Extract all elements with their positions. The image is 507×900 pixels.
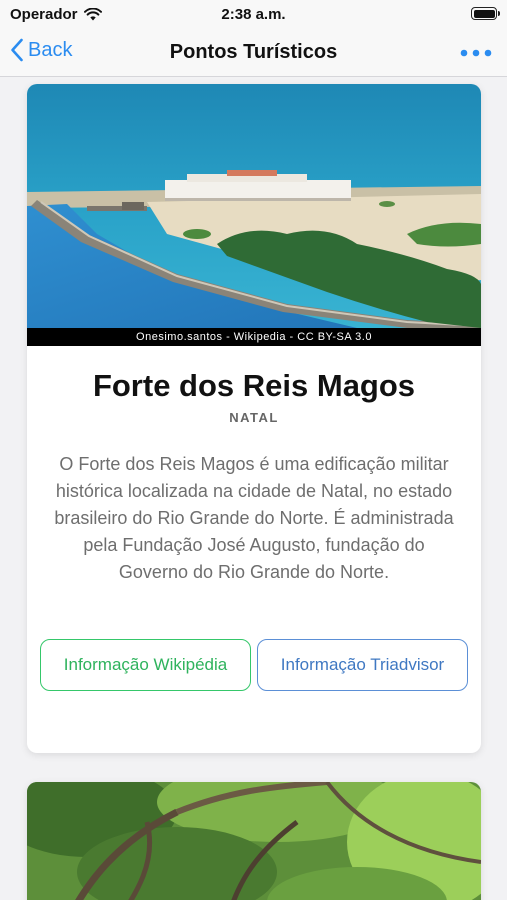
photo-credit: Onesimo.santos - Wikipedia - CC BY-SA 3.… xyxy=(27,328,481,346)
more-options-button[interactable] xyxy=(459,42,493,64)
navigation-bar: Back Pontos Turísticos xyxy=(0,30,507,77)
attraction-card: Onesimo.santos - Wikipedia - CC BY-SA 3.… xyxy=(27,84,481,753)
attraction-photo xyxy=(27,782,481,900)
status-time: 2:38 a.m. xyxy=(221,6,286,23)
attraction-city: NATAL xyxy=(229,410,279,425)
attraction-card xyxy=(27,782,481,900)
info-buttons: Informação Wikipédia Informação Triadvis… xyxy=(40,639,468,691)
back-label: Back xyxy=(28,38,73,61)
ellipsis-icon xyxy=(460,49,492,57)
back-button[interactable]: Back xyxy=(10,38,72,62)
battery-icon xyxy=(471,7,500,20)
tripadvisor-button-label: Informação Triadvisor xyxy=(280,655,445,674)
forest-photo-image xyxy=(27,782,481,900)
attraction-description: O Forte dos Reis Magos é uma edificação … xyxy=(54,454,454,582)
tripadvisor-info-button[interactable]: Informação Triadvisor xyxy=(257,639,468,691)
status-bar: Operador 2:38 a.m. xyxy=(0,0,507,30)
attraction-photo: Onesimo.santos - Wikipedia - CC BY-SA 3.… xyxy=(27,84,481,346)
wikipedia-info-button[interactable]: Informação Wikipédia xyxy=(40,639,251,691)
fort-photo-image xyxy=(27,84,481,346)
page-title: Pontos Turísticos xyxy=(169,41,338,63)
chevron-left-icon xyxy=(11,38,23,62)
wikipedia-button-label: Informação Wikipédia xyxy=(63,655,228,674)
attractions-list[interactable]: Onesimo.santos - Wikipedia - CC BY-SA 3.… xyxy=(0,77,507,900)
attraction-title: Forte dos Reis Magos xyxy=(92,368,416,403)
